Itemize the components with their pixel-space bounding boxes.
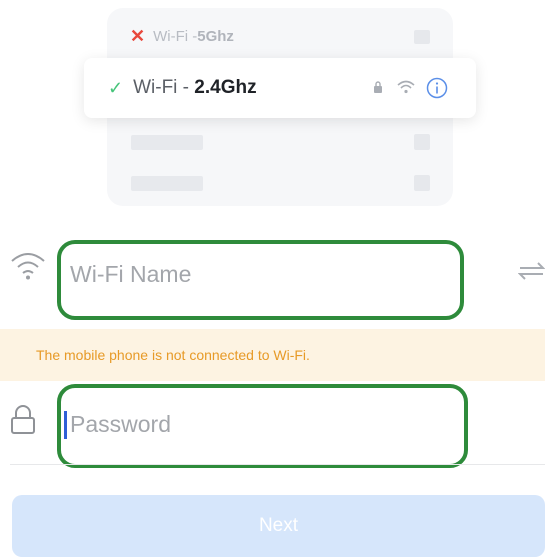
unavailable-network-row: ✕ Wi-Fi - 5Ghz [130,24,234,48]
wifi-icon [397,80,415,99]
unavailable-network-band: 5Ghz [197,27,234,45]
text-cursor [64,411,67,439]
placeholder-bar [131,135,203,150]
wifi-icon [10,251,46,286]
placeholder-bar [131,176,203,191]
placeholder-square [414,30,430,44]
lock-icon [10,405,36,440]
unavailable-network-prefix: Wi-Fi - [153,27,198,45]
next-button[interactable]: Next [12,495,545,557]
placeholder-square [414,134,430,150]
switch-arrows-icon[interactable] [517,260,545,287]
selected-network-label: ✓ Wi-Fi - 2.4Ghz [108,74,257,102]
selected-network-prefix: Wi-Fi - [133,77,190,98]
warning-text: The mobile phone is not connected to Wi-… [36,347,310,363]
not-connected-warning: The mobile phone is not connected to Wi-… [0,329,545,381]
x-icon: ✕ [130,26,146,46]
checkmark-icon: ✓ [108,77,124,98]
lock-icon [372,80,384,99]
selected-network-band: 2.4Ghz [194,77,257,98]
placeholder-square [414,175,430,191]
info-icon[interactable] [426,77,448,104]
password-input[interactable] [70,406,440,442]
divider [10,464,545,465]
wifi-name-input[interactable] [70,256,440,292]
